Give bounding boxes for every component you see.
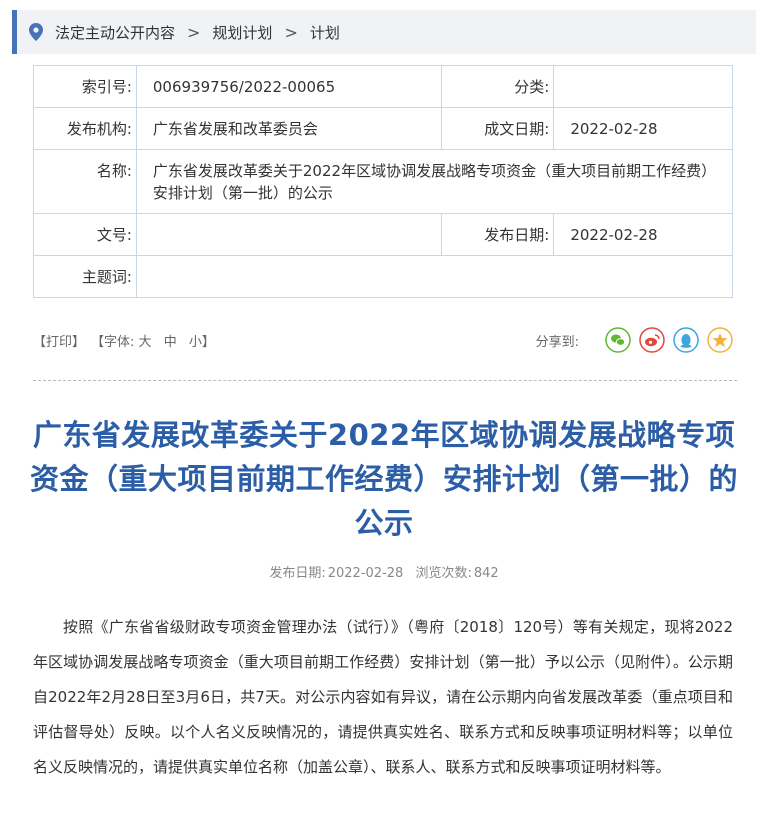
date-made-value: 2022-02-28	[553, 107, 733, 150]
table-row: 主题词:	[33, 255, 734, 298]
table-row: 索引号: 006939756/2022-00065 分类:	[33, 65, 733, 108]
share-label: 分享到:	[535, 334, 579, 350]
view-count-label: 浏览次数:	[415, 566, 472, 581]
name-value: 广东省发展改革委关于2022年区域协调发展战略专项资金（重大项目前期工作经费）安…	[135, 149, 734, 214]
publish-date-value: 2022-02-28	[553, 213, 733, 256]
publish-date-label: 发布日期:	[441, 213, 555, 256]
wechat-icon	[605, 327, 631, 353]
breadcrumb-item-plan[interactable]: 计划	[310, 22, 340, 43]
font-large-button[interactable]: 大	[139, 335, 152, 350]
qq-icon	[673, 327, 699, 353]
doc-number-label: 文号:	[33, 213, 137, 256]
font-size-controls: 【字体: 大 中 小】	[91, 331, 215, 350]
location-pin-icon	[29, 23, 43, 41]
category-label: 分类:	[441, 65, 555, 108]
article-publish-info: 发布日期: 2022-02-28 浏览次数: 842	[0, 562, 768, 581]
article-title: 广东省发展改革委关于2022年区域协调发展战略专项资金（重大项目前期工作经费）安…	[29, 418, 738, 540]
article-body-paragraph: 按照《广东省省级财政专项资金管理办法（试行）》（粤府〔2018〕120号）等有关…	[33, 618, 733, 776]
share-bar: 分享到:	[536, 327, 733, 353]
font-small-button[interactable]: 小】	[189, 335, 215, 350]
table-row: 文号: 发布日期: 2022-02-28	[33, 213, 733, 256]
font-medium-button[interactable]: 中	[164, 335, 177, 350]
chevron-right-icon: >	[284, 22, 298, 42]
index-value: 006939756/2022-00065	[135, 65, 443, 108]
doc-number-value	[135, 213, 443, 256]
subject-value	[135, 255, 734, 298]
name-label: 名称:	[33, 149, 137, 214]
table-row: 发布机构: 广东省发展和改革委员会 成文日期: 2022-02-28	[33, 107, 733, 150]
article-date-value: 2022-02-28	[327, 566, 404, 581]
table-row: 名称: 广东省发展改革委关于2022年区域协调发展战略专项资金（重大项目前期工作…	[33, 149, 734, 214]
article-toolbar: 【打印】 【字体: 大 中 小】 分享到:	[33, 325, 733, 355]
index-label: 索引号:	[33, 65, 137, 108]
share-weibo-button[interactable]	[639, 327, 665, 353]
date-made-label: 成文日期:	[441, 107, 555, 150]
breadcrumb: 法定主动公开内容 > 规划计划 > 计划	[12, 10, 756, 54]
subject-label: 主题词:	[33, 255, 137, 298]
breadcrumb-item-plans[interactable]: 规划计划	[212, 22, 272, 43]
share-qq-button[interactable]	[673, 327, 699, 353]
issuer-label: 发布机构:	[33, 107, 137, 150]
category-value	[553, 65, 733, 108]
issuer-value: 广东省发展和改革委员会	[135, 107, 443, 150]
section-divider	[33, 380, 737, 381]
qzone-star-icon	[707, 327, 733, 353]
chevron-right-icon: >	[187, 22, 201, 42]
share-wechat-button[interactable]	[605, 327, 631, 353]
font-size-label: 【字体:	[91, 334, 135, 350]
print-button[interactable]: 【打印】	[33, 331, 85, 350]
article-date-label: 发布日期:	[269, 566, 326, 581]
metadata-table: 索引号: 006939756/2022-00065 分类: 发布机构: 广东省发…	[33, 65, 734, 298]
share-qzone-button[interactable]	[707, 327, 733, 353]
view-count-value: 842	[473, 566, 499, 581]
weibo-icon	[639, 327, 665, 353]
breadcrumb-item-public-content[interactable]: 法定主动公开内容	[55, 22, 175, 43]
